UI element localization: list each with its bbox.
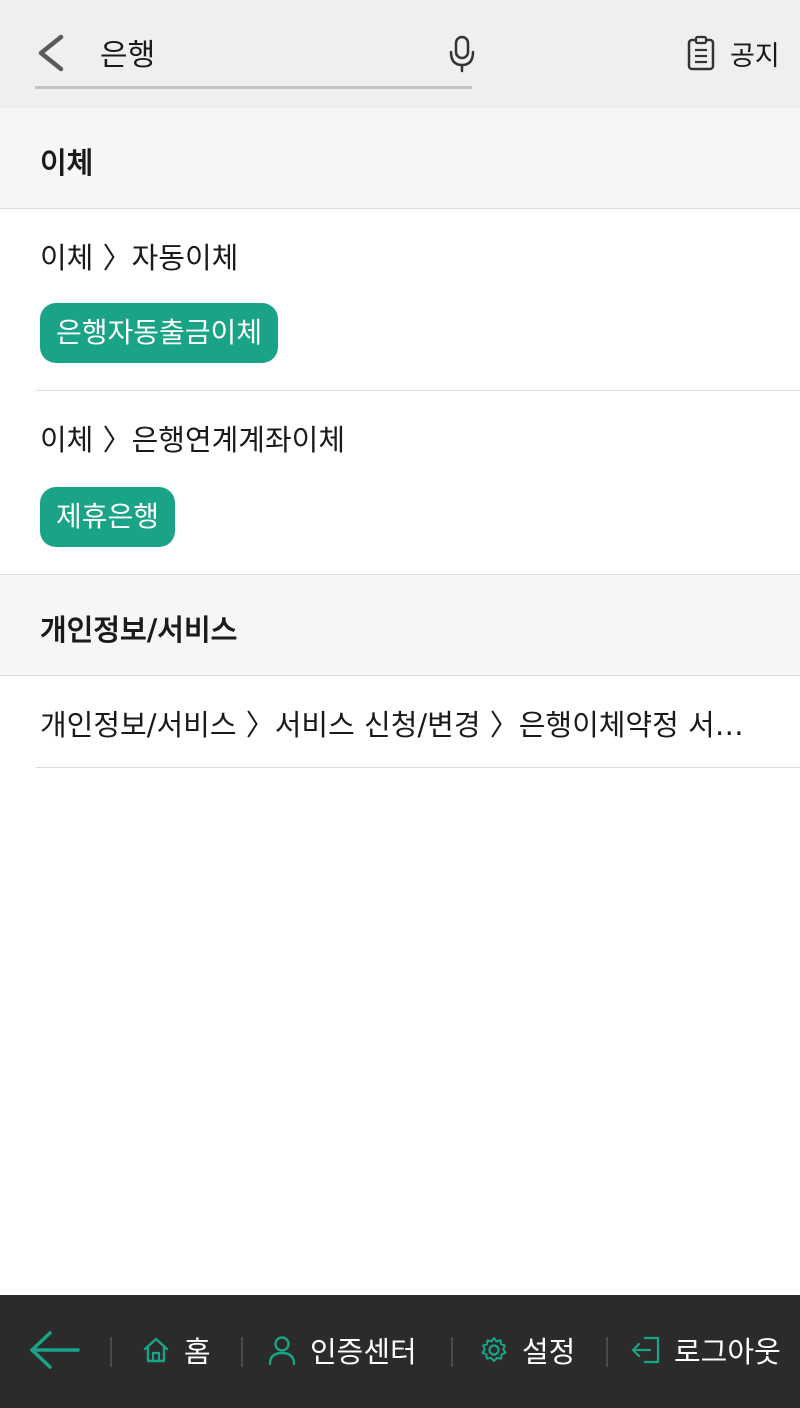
nav-home-label: 홈 bbox=[184, 1335, 211, 1369]
keyword-tag-button[interactable]: 은행자동출금이체 bbox=[40, 303, 279, 363]
nav-auth-center-button[interactable]: 인증센터 bbox=[266, 1323, 417, 1377]
result-path: 개인정보/서비스 〉서비스 신청/변경 〉은행이체약정 서… bbox=[40, 708, 744, 742]
section-title: 이체 bbox=[40, 146, 94, 180]
nav-separator bbox=[110, 1337, 112, 1367]
search-results-screen: 공지 이체 이체 〉자동이체 은행자동출금이체 이체 〉은행연계계좌이체 제휴은… bbox=[0, 0, 800, 1408]
search-input[interactable] bbox=[100, 28, 430, 76]
result-item-auto-transfer[interactable]: 이체 〉자동이체 은행자동출금이체 bbox=[0, 209, 800, 391]
notice-button[interactable]: 공지 bbox=[686, 30, 780, 76]
section-header-personal-info: 개인정보/서비스 bbox=[0, 574, 800, 676]
home-icon bbox=[140, 1334, 172, 1366]
nav-logout-button[interactable]: 로그아웃 bbox=[630, 1323, 781, 1377]
section-title: 개인정보/서비스 bbox=[40, 613, 238, 647]
result-path: 이체 〉은행연계계좌이체 bbox=[40, 423, 346, 457]
nav-separator bbox=[241, 1337, 243, 1367]
microphone-icon bbox=[449, 35, 475, 73]
voice-search-button[interactable] bbox=[440, 32, 484, 76]
chevron-left-icon bbox=[38, 34, 64, 72]
nav-auth-center-label: 인증센터 bbox=[310, 1335, 417, 1369]
arrow-left-icon bbox=[30, 1331, 80, 1369]
search-underline bbox=[35, 86, 472, 89]
logout-icon bbox=[630, 1334, 662, 1366]
keyword-tag-button[interactable]: 제휴은행 bbox=[40, 487, 176, 547]
nav-back-button[interactable] bbox=[26, 1325, 84, 1375]
back-button[interactable] bbox=[28, 30, 74, 76]
nav-home-button[interactable]: 홈 bbox=[140, 1323, 211, 1377]
nav-logout-label: 로그아웃 bbox=[674, 1335, 781, 1369]
nav-settings-button[interactable]: 설정 bbox=[478, 1323, 575, 1377]
result-item-transfer-agreement[interactable]: 개인정보/서비스 〉서비스 신청/변경 〉은행이체약정 서… bbox=[0, 676, 800, 767]
gear-icon bbox=[478, 1334, 510, 1366]
notice-label: 공지 bbox=[730, 40, 780, 72]
clipboard-icon bbox=[687, 35, 715, 71]
section-header-transfer: 이체 bbox=[0, 108, 800, 209]
nav-separator bbox=[451, 1337, 453, 1367]
divider bbox=[36, 767, 800, 768]
person-icon bbox=[266, 1334, 298, 1366]
search-header: 공지 bbox=[0, 0, 800, 108]
bottom-navigation: 홈 인증센터 설정 로그아웃 bbox=[0, 1295, 800, 1408]
nav-separator bbox=[606, 1337, 608, 1367]
nav-settings-label: 설정 bbox=[522, 1335, 576, 1369]
result-path: 이체 〉자동이체 bbox=[40, 241, 239, 275]
result-item-linked-account-transfer[interactable]: 이체 〉은행연계계좌이체 제휴은행 bbox=[0, 391, 800, 574]
